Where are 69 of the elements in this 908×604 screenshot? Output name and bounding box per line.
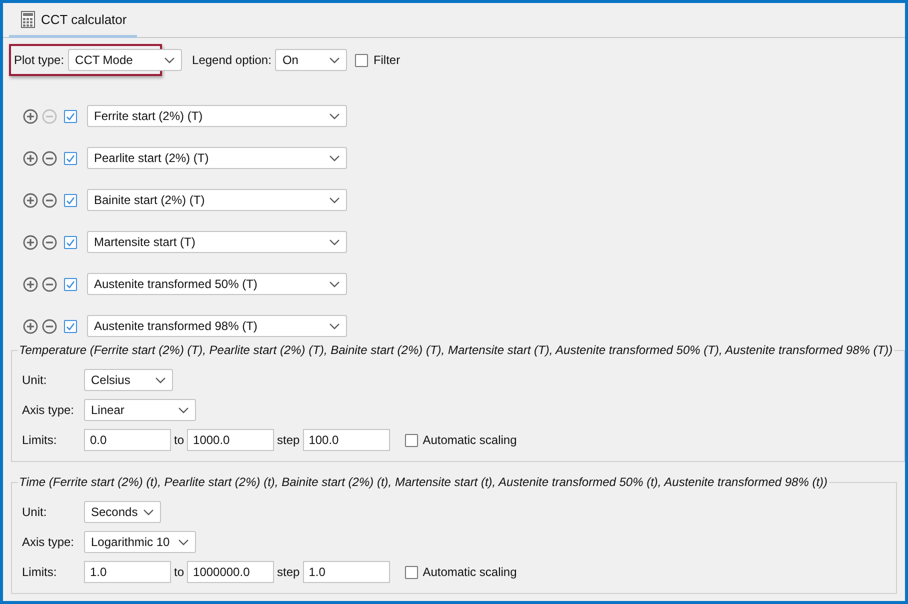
chevron-down-icon: [143, 508, 154, 516]
add-icon[interactable]: [23, 234, 38, 250]
axis-type-dropdown[interactable]: Logarithmic 10: [84, 531, 196, 553]
chevron-down-icon: [178, 406, 189, 414]
unit-label: Unit:: [22, 505, 48, 519]
series-dropdown[interactable]: Austenite transformed 98% (T): [87, 315, 347, 337]
remove-icon[interactable]: [42, 150, 57, 166]
chevron-down-icon: [329, 112, 340, 120]
chevron-down-icon: [329, 154, 340, 162]
calculator-icon: [21, 10, 35, 28]
axis-group-title: Time (Ferrite start (2%) (t), Pearlite start (2%) (t), Bainite start (2%) (t), Martensite start (t), Austenite transformed 50% (t), Austenite transformed 98% (t)): [18, 475, 829, 489]
series-dropdown[interactable]: Ferrite start (2%) (T): [87, 105, 347, 127]
chevron-down-icon: [178, 538, 189, 546]
add-icon[interactable]: [23, 192, 38, 208]
lower-limit-field[interactable]: 1.0: [84, 561, 171, 583]
step-label: step: [277, 565, 300, 579]
legend-option-dropdown[interactable]: On: [275, 49, 348, 71]
plot-type-label: Plot type:: [14, 53, 64, 67]
series-dropdown[interactable]: Bainite start (2%) (T): [87, 189, 347, 211]
checkbox[interactable]: [404, 434, 418, 446]
chevron-down-icon: [164, 56, 176, 64]
legend-option-label: Legend option:: [192, 53, 272, 67]
unit-label: Unit:: [22, 373, 48, 387]
lower-limit-field[interactable]: 0.0: [84, 429, 171, 451]
add-icon[interactable]: [23, 276, 38, 292]
series-dropdown[interactable]: Martensite start (T): [87, 231, 347, 253]
axis-type-label: Axis type:: [22, 403, 76, 417]
limits-label: Limits:: [22, 433, 58, 447]
remove-icon[interactable]: [42, 192, 57, 208]
chevron-down-icon: [329, 280, 340, 288]
axis-type-label: Axis type:: [22, 535, 76, 549]
remove-icon[interactable]: [42, 318, 57, 334]
checkbox[interactable]: [404, 566, 418, 578]
limits-label: Limits:: [22, 565, 58, 579]
add-icon[interactable]: [23, 150, 38, 166]
series-dropdown[interactable]: Pearlite start (2%) (T): [87, 147, 347, 169]
checkbox[interactable]: [64, 110, 77, 122]
to-label: to: [174, 433, 184, 447]
checkbox[interactable]: [64, 320, 77, 332]
add-icon[interactable]: [23, 108, 38, 124]
chevron-down-icon: [329, 238, 340, 246]
automatic-scaling-label: Automatic scaling: [422, 433, 517, 447]
remove-icon[interactable]: [42, 276, 57, 292]
plot-type-dropdown[interactable]: CCT Mode: [68, 49, 182, 71]
axis-group-title: Temperature (Ferrite start (2%) (T), Pearlite start (2%) (T), Bainite start (2%) (T), Martensite start (T), Austenite transformed 50% (T), Austenite transformed 98% (T)): [18, 343, 894, 357]
checkbox[interactable]: [64, 152, 77, 164]
remove-icon[interactable]: [42, 234, 57, 250]
filter-label: Filter: [373, 53, 400, 67]
calculator-tab[interactable]: CCT calculator: [9, 3, 137, 38]
upper-limit-field[interactable]: 1000.0: [187, 429, 274, 451]
to-label: to: [174, 565, 184, 579]
checkbox[interactable]: [64, 194, 77, 206]
step-label: step: [277, 433, 300, 447]
chevron-down-icon: [329, 56, 340, 64]
checkbox[interactable]: [64, 236, 77, 248]
chevron-down-icon: [155, 376, 166, 384]
chevron-down-icon: [329, 322, 340, 330]
automatic-scaling-label: Automatic scaling: [422, 565, 517, 579]
checkbox[interactable]: [355, 54, 368, 66]
add-icon[interactable]: [23, 318, 38, 334]
unit-dropdown[interactable]: Celsius: [84, 369, 173, 391]
chevron-down-icon: [329, 196, 340, 204]
unit-dropdown[interactable]: Seconds: [84, 501, 161, 523]
step-field[interactable]: 1.0: [302, 561, 390, 583]
step-field[interactable]: 100.0: [302, 429, 390, 451]
series-dropdown[interactable]: Austenite transformed 50% (T): [87, 273, 347, 295]
checkbox[interactable]: [64, 278, 77, 290]
upper-limit-field[interactable]: 1000000.0: [187, 561, 274, 583]
axis-type-dropdown[interactable]: Linear: [84, 399, 196, 421]
